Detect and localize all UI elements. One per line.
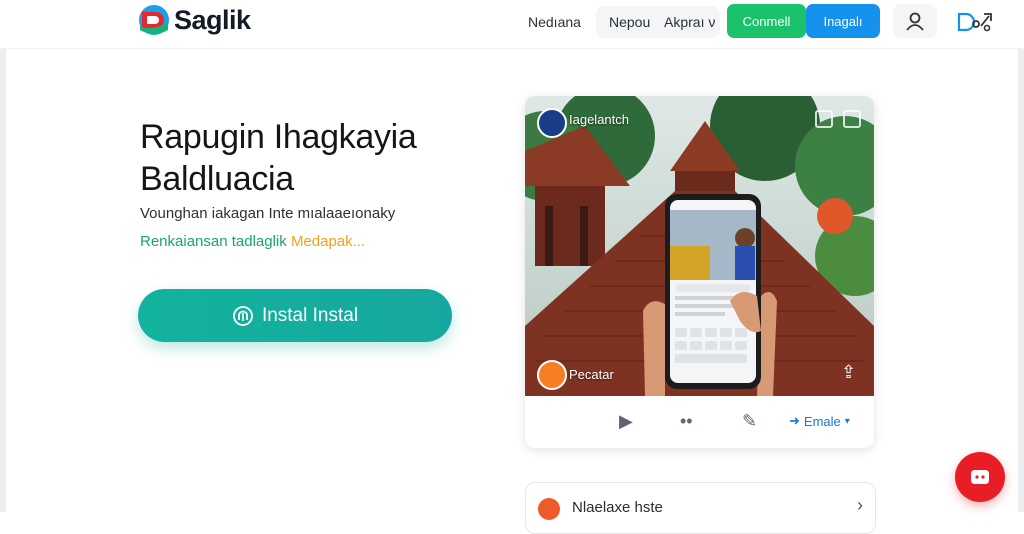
info-card[interactable]: Nlaelaxe hste ›: [525, 482, 876, 534]
chevron-right-icon: ›: [857, 495, 863, 515]
info-icon: [538, 498, 560, 520]
photo-grid-icon[interactable]: [843, 110, 861, 128]
play-icon[interactable]: ▶: [619, 412, 633, 430]
hero-tagline: Renkaiansan tadlaglik Medapak...: [140, 233, 365, 250]
logo[interactable]: Saglik: [138, 4, 251, 36]
hero-tag-orange[interactable]: Medapak...: [291, 233, 365, 250]
author-name[interactable]: Pecatar: [569, 367, 614, 382]
logo-text: Saglik: [174, 4, 251, 35]
hero-title: Rapugin Ihagkayia Baldluacia: [140, 116, 417, 200]
link-icon: ➜: [789, 413, 800, 428]
dots-icon[interactable]: ••: [680, 412, 693, 430]
share-icon[interactable]: ⇪: [841, 362, 856, 383]
chat-icon: [971, 470, 989, 484]
info-card-title: Nlaelaxe hste: [572, 499, 663, 516]
frame-left: [0, 0, 6, 512]
frame-right: [1018, 0, 1024, 512]
brand-mini-icon[interactable]: [956, 10, 996, 34]
install-button[interactable]: Instal Instal: [138, 289, 452, 342]
logo-icon: [138, 4, 170, 36]
nav-link-2[interactable]: Nepou: [609, 14, 650, 30]
hero-title-line-1: Rapugin Ihagkayia: [140, 118, 417, 156]
feature-card[interactable]: Iagelantch Pecatar ⇪ ▶ •• ✎ ➜ Emale ▾: [525, 96, 874, 448]
account-button[interactable]: [893, 4, 937, 38]
connect-button[interactable]: Conmell: [727, 4, 806, 38]
chevron-down-icon: ▾: [844, 415, 850, 427]
hero-subtitle: Vounghan iakagan Inte mıalaaeıonaky: [140, 205, 396, 222]
hero-tag-green: Renkaiansan tadlaglik: [140, 233, 287, 250]
photo-user-avatar[interactable]: [537, 108, 567, 138]
nav-link-3[interactable]: Akpraı ν: [664, 14, 715, 30]
author-avatar[interactable]: [537, 360, 567, 390]
feature-photo: Iagelantch Pecatar ⇪: [525, 96, 874, 396]
card-actions: ▶ •• ✎ ➜ Emale ▾: [525, 396, 874, 448]
install-button-label: Instal Instal: [261, 304, 359, 326]
email-action-label: Emale: [803, 413, 841, 429]
top-header: Saglik Nedıana Nepou Akpraı ν Conmell In…: [0, 0, 1024, 49]
install-icon: [233, 305, 253, 326]
edit-icon[interactable]: ✎: [742, 412, 757, 430]
email-action[interactable]: ➜ Emale ▾: [789, 413, 850, 429]
photo-corner-icon: [815, 110, 833, 128]
photo-user-name[interactable]: Iagelantch: [569, 112, 629, 127]
hero-title-line-2: Baldluacia: [140, 160, 294, 198]
chat-fab-button[interactable]: [955, 452, 1005, 502]
nav-link-1[interactable]: Nedıana: [528, 14, 581, 30]
login-button[interactable]: Inagalı: [806, 4, 880, 38]
user-icon: [906, 12, 924, 31]
